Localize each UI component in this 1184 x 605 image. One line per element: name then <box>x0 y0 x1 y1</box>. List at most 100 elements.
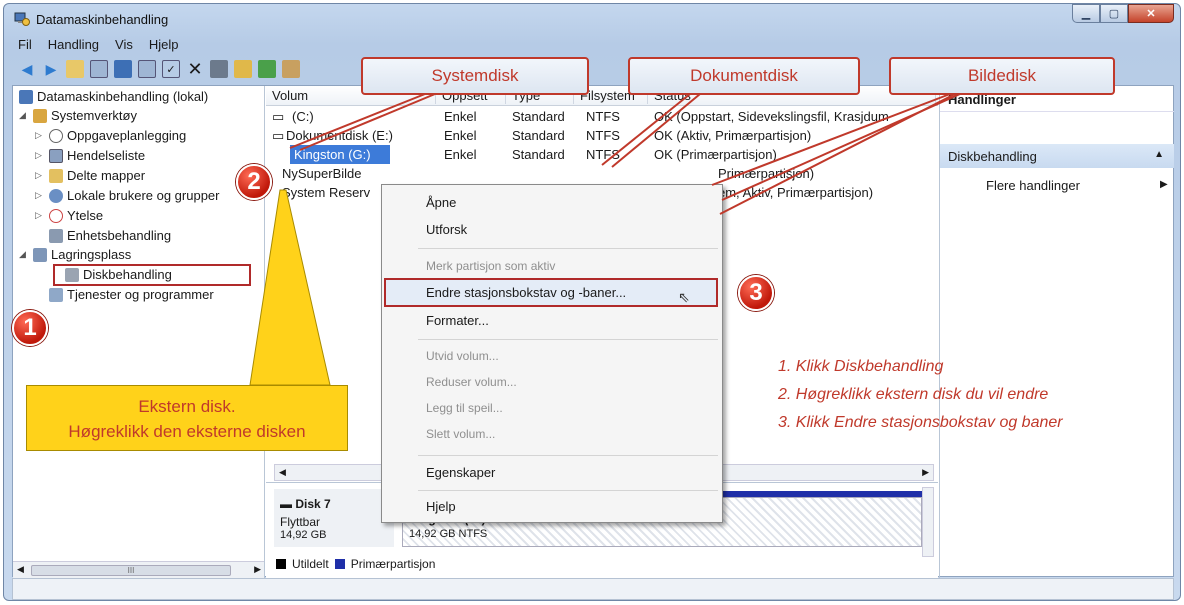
help-icon[interactable] <box>258 60 276 78</box>
tree-item-system-tools[interactable]: ◢ Systemverktøy <box>19 106 137 125</box>
menu-shrink-volume: Reduser volum... <box>426 375 517 389</box>
properties-icon[interactable] <box>114 60 132 78</box>
systemdisk-callout: Systemdisk <box>361 57 589 95</box>
tree-item-services[interactable]: Tjenester og programmer <box>49 285 214 304</box>
bildedisk-callout: Bildedisk <box>889 57 1115 95</box>
volume-row[interactable]: ▭ Dokumentdisk (E:) Enkel Standard NTFS … <box>266 126 938 145</box>
volume-name: Dokumentdisk (E:) <box>286 128 393 143</box>
collapse-icon[interactable]: ◢ <box>19 110 29 121</box>
removable-disk-icon: ▬ <box>280 497 292 511</box>
menu-explore[interactable]: Utforsk <box>426 222 467 237</box>
tree-item-root[interactable]: Datamaskinbehandling (lokal) <box>19 87 208 106</box>
volume-type: Standard <box>512 128 565 143</box>
external-disk-callout-line1: Ekstern disk. <box>138 397 236 416</box>
menu-help[interactable]: Hjelp <box>149 37 179 52</box>
drive-icon: ▭ <box>272 109 285 124</box>
expand-icon[interactable]: ▷ <box>35 130 45 141</box>
drive-properties-icon[interactable] <box>210 60 228 78</box>
menu-properties[interactable]: Egenskaper <box>426 465 495 480</box>
minimize-button[interactable]: ▁ <box>1072 4 1100 23</box>
performance-icon <box>49 208 63 223</box>
back-icon[interactable]: ◀ <box>18 60 36 78</box>
volume-type: Standard <box>512 147 565 162</box>
collapse-icon[interactable]: ◢ <box>19 249 29 260</box>
legend-primary: Primærpartisjon <box>350 557 436 571</box>
expand-icon[interactable]: ▷ <box>35 210 45 221</box>
scroll-thumb[interactable]: III <box>31 565 231 576</box>
title-bar[interactable]: Datamaskinbehandling ▁ ▢ ✕ <box>4 4 1180 34</box>
menu-add-mirror: Legg til speil... <box>426 401 503 415</box>
disk-management-highlight <box>53 264 251 286</box>
menu-view[interactable]: Vis <box>115 37 133 52</box>
tree-item-storage[interactable]: ◢ Lagringsplass <box>19 245 131 264</box>
expand-icon[interactable]: ▷ <box>35 190 45 201</box>
tree-item-label: Datamaskinbehandling (lokal) <box>37 89 209 104</box>
event-log-icon <box>49 148 63 163</box>
menu-help[interactable]: Hjelp <box>426 499 456 514</box>
volume-fs: NTFS <box>586 128 620 143</box>
submenu-arrow-icon[interactable]: ▶ <box>1160 179 1168 190</box>
tree-item-local-users[interactable]: ▷ Lokale brukere og grupper <box>35 186 220 205</box>
disk-info-panel[interactable]: ▬ Disk 7 Flyttbar 14,92 GB <box>274 489 394 547</box>
scroll-right-icon[interactable]: ▶ <box>922 467 929 478</box>
tree-item-label: Systemverktøy <box>51 108 137 123</box>
legend: Utildelt Primærpartisjon <box>276 557 435 571</box>
forward-icon[interactable]: ▶ <box>42 60 60 78</box>
tree-item-label: Ytelse <box>67 208 104 223</box>
view-icon[interactable] <box>138 60 156 78</box>
window-title: Datamaskinbehandling <box>36 12 169 27</box>
scroll-right-icon[interactable]: ▶ <box>254 564 261 575</box>
maximize-button[interactable]: ▢ <box>1100 4 1128 23</box>
disk-vertical-scrollbar[interactable] <box>922 487 934 557</box>
open-folder-icon[interactable] <box>234 60 252 78</box>
computer-management-icon <box>14 12 30 26</box>
collapse-arrow-icon[interactable]: ▲ <box>1154 149 1164 160</box>
tree-item-task-scheduler[interactable]: ▷ Oppgaveplanlegging <box>35 126 186 145</box>
actions-selected-label: Diskbehandling <box>948 149 1037 164</box>
scroll-left-icon[interactable]: ◀ <box>17 564 24 575</box>
tree-item-performance[interactable]: ▷ Ytelse <box>35 206 103 225</box>
tree-horizontal-scrollbar[interactable]: ◀ III ▶ <box>13 561 264 578</box>
clock-icon <box>49 128 63 143</box>
menu-format[interactable]: Formater... <box>426 313 489 328</box>
scroll-left-icon[interactable]: ◀ <box>279 467 286 478</box>
expand-icon[interactable]: ▷ <box>35 150 45 161</box>
tree-item-label: Oppgaveplanlegging <box>67 128 187 143</box>
volume-status: Primærpartisjon) <box>718 166 815 181</box>
tree-item-label: Delte mapper <box>67 168 146 183</box>
maximize-icon: ▢ <box>1108 8 1120 20</box>
volume-layout: Enkel <box>444 128 477 143</box>
close-button[interactable]: ✕ <box>1128 4 1174 23</box>
volume-row-selected[interactable]: Kingston (G:) Enkel Standard NTFS OK (Pr… <box>266 145 938 164</box>
volume-row[interactable]: ▭ (C:) Enkel Standard NTFS OK (Oppstart,… <box>266 107 938 126</box>
tools-icon <box>33 108 47 123</box>
services-icon <box>49 287 63 302</box>
check-icon[interactable]: ✓ <box>162 60 180 78</box>
volume-layout: Enkel <box>444 147 477 162</box>
settings-icon[interactable] <box>282 60 300 78</box>
menu-change-drive-letter[interactable]: Endre stasjonsbokstav og -baner... <box>426 285 626 300</box>
volume-type: Standard <box>512 109 565 124</box>
menu-open[interactable]: Åpne <box>426 195 456 210</box>
volume-status: em, Aktiv, Primærpartisjon) <box>718 185 874 200</box>
up-folder-icon[interactable] <box>66 60 84 78</box>
menu-action[interactable]: Handling <box>48 37 99 52</box>
actions-pane: Handlinger Diskbehandling ▲ Flere handli… <box>939 86 1174 578</box>
disk-kind: Flyttbar <box>280 515 321 529</box>
tree-item-shared-folders[interactable]: ▷ Delte mapper <box>35 166 145 185</box>
show-tree-icon[interactable] <box>90 60 108 78</box>
delete-icon[interactable]: ✕ <box>186 59 204 79</box>
legend-unallocated: Utildelt <box>292 557 329 571</box>
more-actions[interactable]: Flere handlinger <box>986 178 1080 193</box>
tree-item-event-viewer[interactable]: ▷ Hendelseliste <box>35 146 145 165</box>
volume-status: OK (Primærpartisjon) <box>654 147 777 162</box>
volume-row[interactable]: NySuperBilde Primærpartisjon) <box>266 164 938 183</box>
menu-separator <box>418 490 718 491</box>
actions-disk-management[interactable]: Diskbehandling ▲ <box>940 144 1174 168</box>
menu-file[interactable]: Fil <box>18 37 32 52</box>
volume-name: (C:) <box>292 109 314 124</box>
tree-item-device-manager[interactable]: Enhetsbehandling <box>49 226 171 245</box>
menu-mark-active: Merk partisjon som aktiv <box>426 259 556 273</box>
expand-icon[interactable]: ▷ <box>35 170 45 181</box>
instruction-3: 3. Klikk Endre stasjonsbokstav og baner <box>778 414 1063 431</box>
